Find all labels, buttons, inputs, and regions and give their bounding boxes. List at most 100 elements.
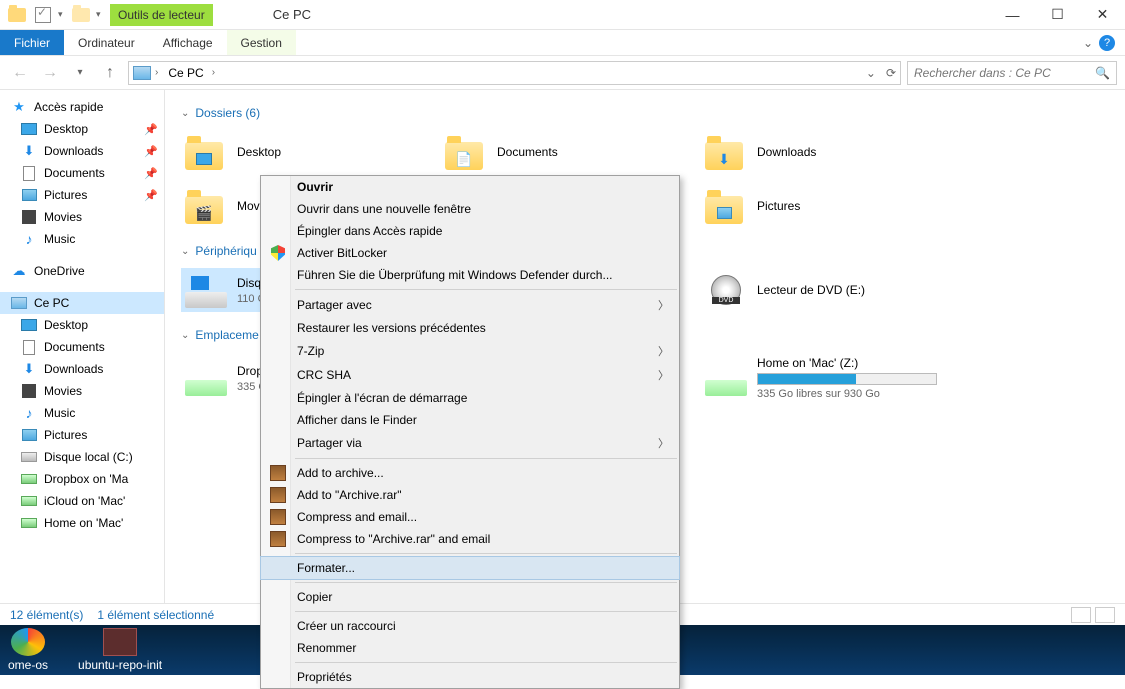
folder-downloads[interactable]: ⬇Downloads: [701, 130, 941, 174]
recent-dropdown-icon[interactable]: ▾: [68, 61, 92, 85]
drive-dvd[interactable]: Lecteur de DVD (E:): [701, 268, 941, 312]
menu-item-ouvrir[interactable]: Ouvrir: [261, 176, 679, 198]
menu-item-proprietes[interactable]: Propriétés: [261, 666, 679, 688]
sidebar-item-music2[interactable]: ♪Music: [0, 402, 164, 424]
taskbar-item-chromeos[interactable]: ome-os: [8, 628, 48, 672]
sidebar-item-icloud[interactable]: iCloud on 'Mac': [0, 490, 164, 512]
minimize-button[interactable]: —: [990, 0, 1035, 30]
menu-item-crcsha[interactable]: CRC SHA〉: [261, 363, 679, 387]
taskbar-item-ubuntu[interactable]: ubuntu-repo-init: [78, 628, 162, 672]
section-dossiers[interactable]: ⌄ Dossiers (6): [181, 106, 1109, 120]
tab-gestion[interactable]: Gestion: [227, 30, 296, 55]
menu-item-ouvrir-fenetre[interactable]: Ouvrir dans une nouvelle fenêtre: [261, 198, 679, 220]
qat-dropdown-icon[interactable]: ▾: [58, 9, 66, 20]
picture-icon: [20, 187, 38, 203]
pc-icon: [133, 66, 151, 80]
folder-label: Documents: [497, 145, 558, 159]
menu-item-add-rar[interactable]: Add to "Archive.rar": [261, 484, 679, 506]
sidebar-item-onedrive[interactable]: ☁OneDrive: [0, 260, 164, 282]
properties-icon[interactable]: [32, 4, 54, 26]
up-button[interactable]: ↑: [98, 61, 122, 85]
menu-item-defender[interactable]: Führen Sie die Überprüfung mit Windows D…: [261, 264, 679, 286]
menu-item-partager-via[interactable]: Partager via〉: [261, 431, 679, 455]
ribbon-collapse-icon[interactable]: ⌄: [1083, 36, 1093, 50]
menu-label: Restaurer les versions précédentes: [297, 321, 486, 335]
qat-customize-icon[interactable]: ▾: [96, 9, 104, 20]
sidebar-item-movies[interactable]: Movies: [0, 206, 164, 228]
sidebar-item-label: Ce PC: [34, 296, 69, 310]
menu-item-bitlocker[interactable]: Activer BitLocker: [261, 242, 679, 264]
menu-item-compress-rar-email[interactable]: Compress to "Archive.rar" and email: [261, 528, 679, 550]
menu-item-raccourci[interactable]: Créer un raccourci: [261, 615, 679, 637]
menu-label: Copier: [297, 590, 332, 604]
sidebar-item-desktop2[interactable]: Desktop: [0, 314, 164, 336]
sidebar-item-documents[interactable]: Documents📌: [0, 162, 164, 184]
menu-item-add-archive[interactable]: Add to archive...: [261, 462, 679, 484]
chevron-right-icon[interactable]: ›: [155, 67, 158, 78]
quick-access-toolbar: ▾ ▾: [0, 4, 110, 26]
sidebar-item-home[interactable]: Home on 'Mac': [0, 512, 164, 534]
search-icon[interactable]: 🔍: [1095, 66, 1110, 80]
help-icon[interactable]: ?: [1099, 35, 1115, 51]
menu-item-finder[interactable]: Afficher dans le Finder: [261, 409, 679, 431]
menu-item-7zip[interactable]: 7-Zip〉: [261, 339, 679, 363]
menu-item-partager-avec[interactable]: Partager avec〉: [261, 293, 679, 317]
maximize-button[interactable]: ☐: [1035, 0, 1080, 30]
breadcrumb-item[interactable]: Ce PC: [162, 64, 209, 82]
network-drive-icon: [185, 360, 227, 396]
sidebar-item-desktop[interactable]: Desktop📌: [0, 118, 164, 140]
sidebar-item-documents2[interactable]: Documents: [0, 336, 164, 358]
sidebar-item-pictures[interactable]: Pictures📌: [0, 184, 164, 206]
rar-icon: [269, 530, 287, 548]
chevron-right-icon[interactable]: ›: [212, 67, 215, 78]
menu-label: Partager via: [297, 436, 362, 450]
refresh-icon[interactable]: ⟳: [886, 66, 896, 80]
menu-item-epingler-demarrage[interactable]: Épingler à l'écran de démarrage: [261, 387, 679, 409]
forward-button[interactable]: →: [38, 61, 62, 85]
menu-item-restaurer[interactable]: Restaurer les versions précédentes: [261, 317, 679, 339]
sidebar-item-label: Movies: [44, 384, 82, 398]
menu-item-formater[interactable]: Formater...: [260, 556, 680, 580]
picture-icon: [20, 427, 38, 443]
sidebar-item-disque-local[interactable]: Disque local (C:): [0, 446, 164, 468]
menu-separator: [295, 582, 677, 583]
back-button[interactable]: ←: [8, 61, 32, 85]
ribbon-contextual-label: Outils de lecteur: [110, 4, 213, 26]
folder-label: Downloads: [757, 145, 816, 159]
search-box[interactable]: 🔍: [907, 61, 1117, 85]
folder-icon[interactable]: [6, 4, 28, 26]
sidebar-item-downloads2[interactable]: ⬇Downloads: [0, 358, 164, 380]
address-dropdown-icon[interactable]: ⌄: [866, 66, 876, 80]
sidebar-item-dropbox[interactable]: Dropbox on 'Ma: [0, 468, 164, 490]
drive-home[interactable]: Home on 'Mac' (Z:) 335 Go libres sur 930…: [701, 352, 941, 404]
sidebar-item-pictures2[interactable]: Pictures: [0, 424, 164, 446]
search-input[interactable]: [914, 66, 1095, 80]
pin-icon: 📌: [144, 167, 158, 180]
view-details-button[interactable]: [1071, 607, 1091, 623]
taskbar-label: ubuntu-repo-init: [78, 658, 162, 672]
menu-item-copier[interactable]: Copier: [261, 586, 679, 608]
chevron-right-icon: 〉: [658, 367, 669, 383]
folder-documents[interactable]: 📄Documents: [441, 130, 681, 174]
close-button[interactable]: ✕: [1080, 0, 1125, 30]
sidebar-item-downloads[interactable]: ⬇Downloads📌: [0, 140, 164, 162]
new-folder-icon[interactable]: [70, 4, 92, 26]
sidebar-item-cepc[interactable]: Ce PC: [0, 292, 164, 314]
sidebar-item-music[interactable]: ♪Music: [0, 228, 164, 250]
tab-affichage[interactable]: Affichage: [149, 30, 227, 55]
sidebar-item-quick-access[interactable]: ★ Accès rapide: [0, 96, 164, 118]
tab-ordinateur[interactable]: Ordinateur: [64, 30, 149, 55]
sidebar-item-movies2[interactable]: Movies: [0, 380, 164, 402]
folder-pictures[interactable]: Pictures: [701, 184, 941, 228]
dvd-icon: [705, 272, 747, 308]
context-menu: Ouvrir Ouvrir dans une nouvelle fenêtre …: [260, 175, 680, 689]
menu-item-renommer[interactable]: Renommer: [261, 637, 679, 659]
menu-label: Renommer: [297, 641, 356, 655]
view-tiles-button[interactable]: [1095, 607, 1115, 623]
folder-desktop[interactable]: Desktop: [181, 130, 421, 174]
tab-fichier[interactable]: Fichier: [0, 30, 64, 55]
menu-item-epingler-rapide[interactable]: Épingler dans Accès rapide: [261, 220, 679, 242]
menu-item-compress-email[interactable]: Compress and email...: [261, 506, 679, 528]
address-box[interactable]: › Ce PC › ⌄ ⟳: [128, 61, 901, 85]
ribbon-tabs: Fichier Ordinateur Affichage Gestion ⌄ ?: [0, 30, 1125, 56]
